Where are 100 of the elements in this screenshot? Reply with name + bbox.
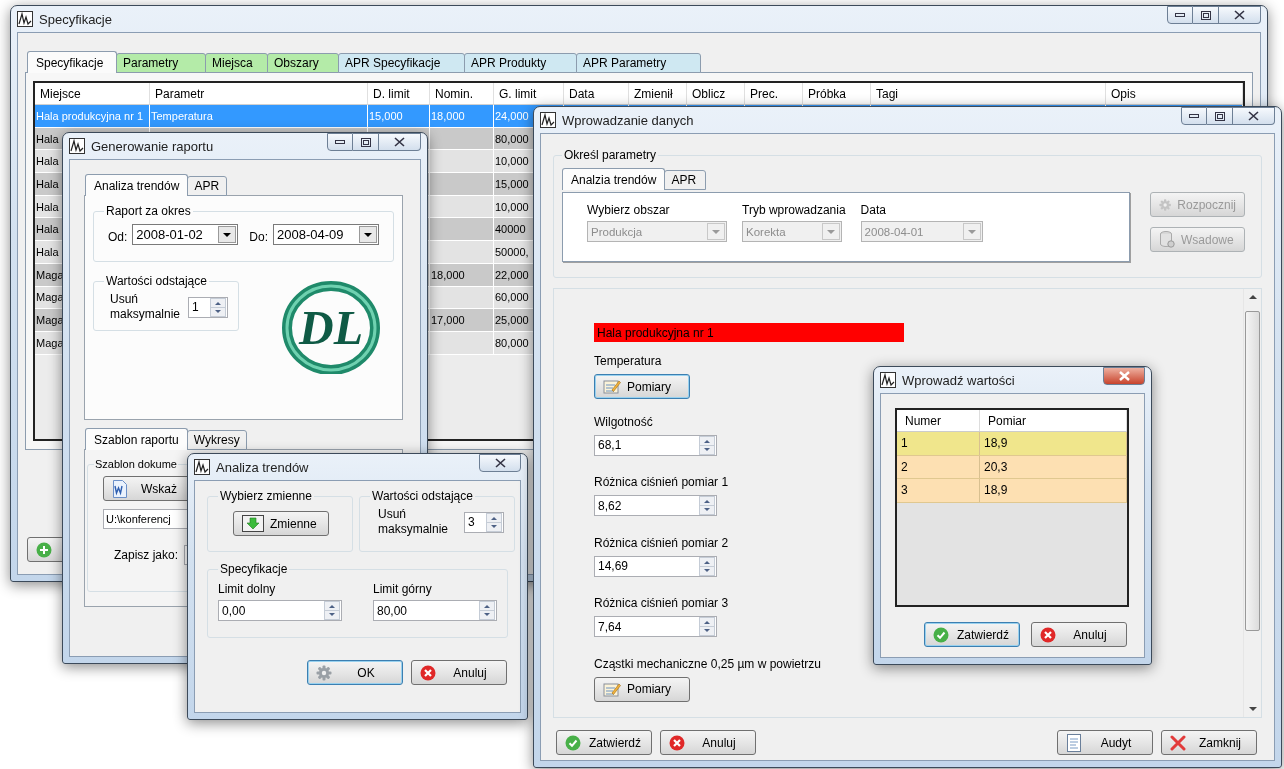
spin-arrows-icon[interactable] [699,435,715,455]
cancel-icon [1040,626,1056,643]
tab[interactable]: Analzia trendów [562,168,666,190]
spin-arrows-icon[interactable] [699,617,715,637]
field-label: Wybierz obszar [587,203,670,218]
scrollbar[interactable] [1243,289,1261,717]
column-header[interactable]: Pomiar [980,410,1127,431]
cancel-icon [420,664,436,681]
spin-arrows-icon[interactable] [699,556,715,576]
tab[interactable]: Analiza trendów [85,174,189,196]
close-icon [394,137,405,147]
window-title: Specyfikacje [39,11,112,27]
ok-button[interactable]: OK [307,660,403,685]
spin-arrows-icon[interactable] [479,601,495,620]
spin-arrows-icon[interactable] [324,601,340,620]
caret-icon [822,223,840,240]
number-field[interactable]: 0,00 [218,600,342,621]
measurements-button[interactable]: Pomiary [594,676,690,702]
table-cell: 18,000 [430,263,494,286]
minimize-icon [1189,113,1199,119]
table-cell: 2 [897,455,980,478]
tab[interactable]: Miejsca [205,53,268,73]
minimize-icon [335,139,345,145]
caret-icon [218,226,237,243]
window-title: Wprowadź wartości [902,372,1015,388]
number-field[interactable]: 68,1 [594,434,717,456]
table-row[interactable]: 1 18,9 [897,432,1127,456]
minimize-button[interactable] [1181,107,1207,125]
maximize-button[interactable] [1207,107,1233,125]
maximize-button[interactable] [353,133,379,151]
tab[interactable]: Obszary [267,53,339,73]
minimize-icon [1175,12,1185,18]
dropdown-field[interactable]: 2008-04-09 [273,224,380,245]
field-label: Zapisz jako: [114,547,179,563]
measurements-button[interactable]: Pomiary [594,374,690,400]
tab[interactable]: APR Specyfikacje [338,53,465,73]
number-field[interactable]: 7,64 [594,616,717,638]
tab[interactable]: Szablon raportu [85,428,188,450]
close-button[interactable] [1233,107,1275,125]
variables-button[interactable]: Zmienne [233,511,329,536]
app-icon [17,11,33,27]
close-button[interactable]: Zamknij [1161,730,1257,755]
caret-icon [962,223,981,240]
edit-icon [603,680,621,698]
cancel-button[interactable]: Anuluj [660,730,756,755]
number-field[interactable]: 1 [188,296,228,318]
app-icon [880,372,896,388]
cancel-button[interactable]: Anuluj [1031,622,1127,647]
close-button[interactable] [1219,6,1261,24]
close-button[interactable] [379,133,421,151]
tab[interactable]: Wykresy [186,430,247,450]
database-icon [1159,231,1175,248]
table-cell: 1 [897,432,980,455]
minimize-button[interactable] [327,133,353,151]
dropdown-field[interactable]: 2008-01-02 [132,224,239,245]
field-label: Różnica ciśnień pomiar 2 [594,535,729,551]
maximize-icon [1200,10,1211,20]
number-field[interactable]: 80,00 [373,600,497,621]
number-field[interactable]: 14,69 [594,555,717,577]
tab[interactable]: Parametry [116,53,206,73]
number-field[interactable]: 3 [464,511,504,533]
location-label: Hala produkcyjna nr 1 [594,323,904,343]
field-label: Temperatura [594,354,662,370]
table-cell: 17,000 [430,309,494,331]
field-label: Do: [249,230,269,245]
tab[interactable]: APR Parametry [576,53,701,73]
field-label: Różnica ciśnień pomiar 1 [594,475,729,491]
number-field[interactable]: 8,62 [594,495,717,517]
table-row[interactable]: 3 18,9 [897,479,1127,503]
close-button[interactable] [1103,367,1145,385]
group-title: Specyfikacje [219,562,289,576]
confirm-button[interactable]: Zatwierdź [556,730,652,755]
spin-arrows-icon[interactable] [210,297,226,317]
minimize-button[interactable] [1167,6,1193,24]
tab[interactable]: APR [187,176,228,196]
table-cell: 15,000 [368,105,430,127]
spin-arrows-icon[interactable] [486,512,502,532]
cancel-button[interactable]: Anuluj [411,660,507,685]
field-label: Limit dolny [218,582,276,597]
table-cell: Hala produkcyjna nr 1 [35,105,150,127]
tab[interactable]: APR [664,170,707,190]
cancel-icon [669,734,685,751]
confirm-button[interactable]: Zatwierdź [924,622,1020,647]
group-title: Wybierz zmienne [219,489,313,503]
audit-button[interactable]: Audyt [1057,730,1153,755]
spin-arrows-icon[interactable] [699,496,715,516]
window-title: Analiza trendów [216,459,309,475]
maximize-button[interactable] [1193,6,1219,24]
tab[interactable]: APR Produkty [464,53,577,73]
check-icon [933,626,949,643]
close-icon [1234,10,1245,20]
column-header[interactable]: Numer [897,410,980,431]
tab[interactable]: Specyfikacje [27,51,117,73]
group-title: Szablon dokume [94,458,178,470]
close-button[interactable] [479,454,521,472]
app-icon [69,138,85,154]
table-row[interactable]: 2 20,3 [897,455,1127,479]
report-icon [1066,733,1082,752]
close-icon [1118,371,1130,381]
table-cell: 18,9 [980,479,1127,502]
